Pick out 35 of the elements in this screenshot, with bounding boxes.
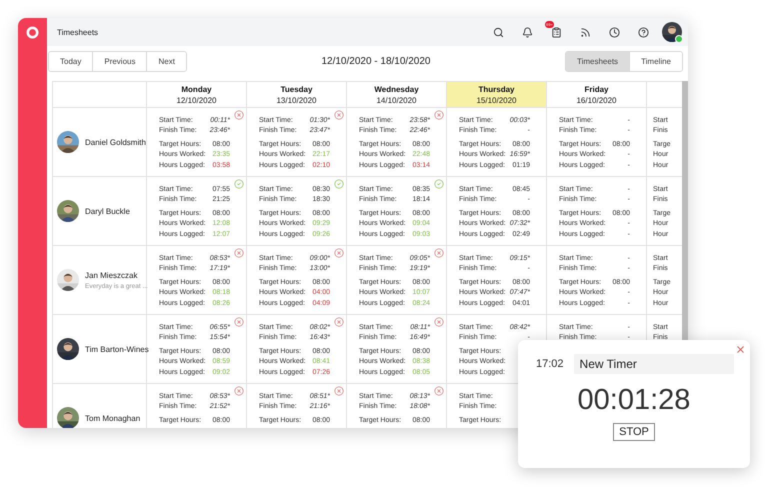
online-dot xyxy=(675,35,683,43)
day-name: Friday xyxy=(584,84,608,94)
day-name: Tuesday xyxy=(280,84,312,94)
day-date: 15/10/2020 xyxy=(476,96,517,104)
employee-name[interactable]: Jan Mieszczak xyxy=(85,270,148,280)
timer-title-field[interactable]: New Timer xyxy=(574,354,734,374)
day-name: Wednesday xyxy=(374,84,419,94)
page-title: Timesheets xyxy=(57,28,100,36)
nav-button[interactable]: Next xyxy=(146,52,186,70)
elapsed-time: 00:01:28 xyxy=(578,384,690,417)
employee-name[interactable]: Daniel Goldsmith xyxy=(85,138,146,146)
day-date: 16/10/2020 xyxy=(576,96,617,104)
employee-name[interactable]: Tom Monaghan xyxy=(85,414,140,422)
view-tab[interactable]: Timeline xyxy=(629,52,682,70)
close-button[interactable] xyxy=(735,344,746,355)
view-tab[interactable]: Timesheets xyxy=(566,52,630,70)
clock-icon xyxy=(609,26,620,38)
day-name: Monday xyxy=(181,84,212,94)
stop-button[interactable]: STOP xyxy=(613,423,655,441)
day-date: 14/10/2020 xyxy=(376,96,417,104)
search-icon xyxy=(493,26,504,38)
logo-icon[interactable] xyxy=(26,26,39,39)
day-name: Thursday xyxy=(478,84,514,94)
close-icon xyxy=(735,344,746,355)
timer-start-time: 17:02 xyxy=(535,358,564,370)
rss-icon xyxy=(580,26,591,38)
help-icon xyxy=(638,26,649,38)
day-date: 13/10/2020 xyxy=(276,96,317,104)
clipboard-icon xyxy=(551,26,562,38)
employee-name[interactable]: Tim Barton-Wines xyxy=(85,344,149,354)
day-date: 12/10/2020 xyxy=(176,96,217,104)
date-range: 12/10/2020 - 18/10/2020 xyxy=(320,56,432,66)
employee-name[interactable]: Daryl Buckle xyxy=(85,206,130,216)
bell-icon xyxy=(522,26,533,38)
user-avatar[interactable] xyxy=(662,22,682,42)
